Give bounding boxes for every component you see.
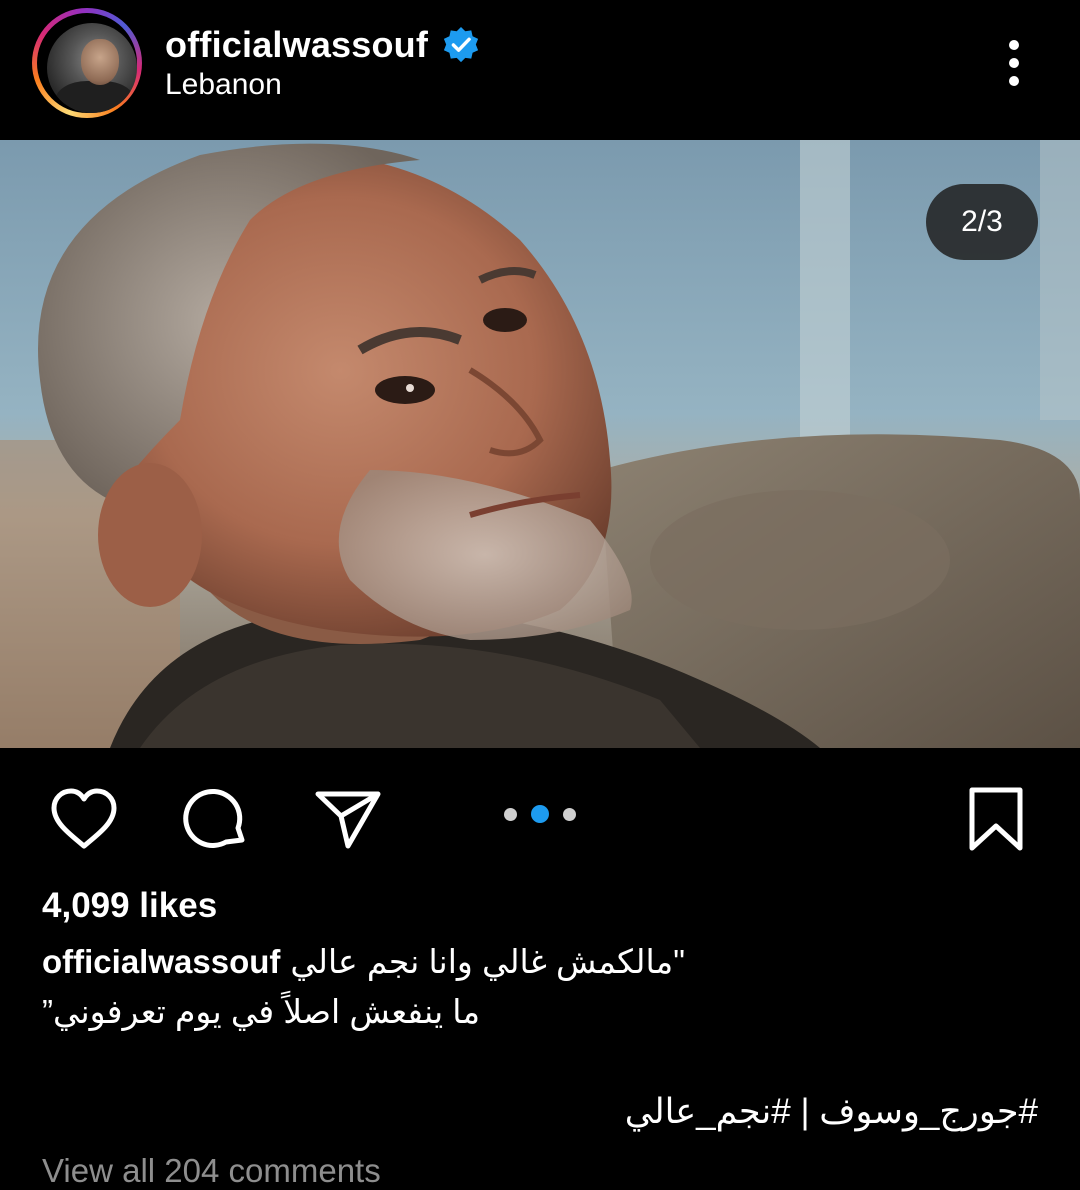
username[interactable]: officialwassouf <box>165 24 428 66</box>
avatar[interactable] <box>47 23 137 113</box>
carousel-indicator <box>504 805 576 823</box>
bookmark-icon[interactable] <box>960 784 1032 856</box>
photo-illustration <box>0 140 1080 748</box>
more-options-icon[interactable] <box>990 36 1038 92</box>
caption-line: officialwassouf "مالكمش غالي وانا نجم عال… <box>42 942 1042 981</box>
verified-badge-icon <box>442 26 480 64</box>
carousel-dot <box>504 807 517 821</box>
caption-username[interactable]: officialwassouf <box>42 943 280 980</box>
story-ring[interactable] <box>32 8 142 118</box>
location-link[interactable]: Lebanon <box>165 68 282 102</box>
heart-icon[interactable] <box>48 784 120 856</box>
carousel-dot <box>563 807 576 821</box>
paper-plane-icon[interactable] <box>312 784 384 856</box>
post-header: officialwassouf Lebanon <box>0 0 1080 140</box>
caption-hashtags[interactable]: #جورج_وسوف | #نجم_عالي <box>625 1092 1038 1132</box>
action-bar <box>0 748 1080 878</box>
image-counter: 2/3 <box>926 184 1038 260</box>
post-photo[interactable]: 2/3 <box>0 140 1080 748</box>
caption-text: "مالكمش غالي وانا نجم عالي <box>290 943 685 980</box>
view-all-comments-link[interactable]: View all 204 comments <box>42 1152 381 1190</box>
carousel-dot-active <box>531 805 549 823</box>
caption-text-line-2: ما ينفعش اصلاً في يوم تعرفوني” <box>42 993 481 1030</box>
likes-count[interactable]: 4,099 likes <box>42 886 217 926</box>
comment-icon[interactable] <box>180 784 252 856</box>
username-row: officialwassouf <box>165 22 480 68</box>
